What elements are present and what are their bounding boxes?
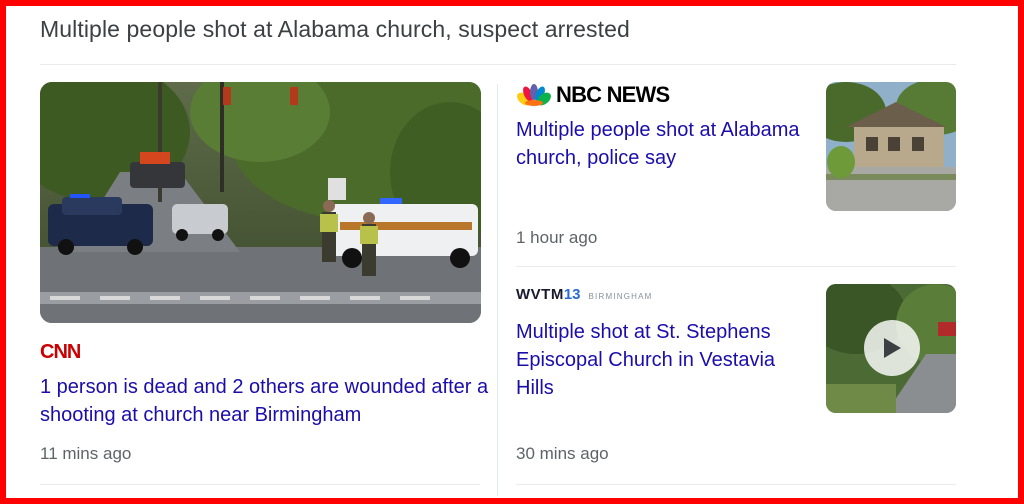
article-time: 30 mins ago [516, 444, 609, 463]
wvtm-logo[interactable]: WVTM 13 BIRMINGHAM [516, 286, 653, 303]
wvtm-wordmark: WVTM [516, 286, 564, 303]
church-thumbnail-image [826, 82, 956, 211]
story-headline[interactable]: Multiple people shot at Alabama church, … [40, 16, 630, 43]
article-link[interactable]: Multiple shot at St. Stephens Episcopal … [516, 321, 775, 399]
divider [516, 266, 956, 267]
article-title-nbc[interactable]: Multiple people shot at Alabama church, … [516, 116, 816, 172]
wvtm-city: BIRMINGHAM [588, 292, 653, 301]
nbc-news-wordmark: NBC NEWS [556, 82, 670, 107]
divider [40, 484, 480, 485]
nbc-news-logo[interactable]: NBC NEWS [516, 82, 670, 108]
play-icon [884, 338, 901, 358]
article-time: 1 hour ago [516, 228, 598, 247]
cnn-logo-icon: CNN [40, 341, 82, 363]
article-link[interactable]: Multiple people shot at Alabama church, … [516, 119, 800, 169]
article-title-wvtm[interactable]: Multiple shot at St. Stephens Episcopal … [516, 318, 816, 402]
divider [516, 484, 956, 485]
article-thumbnail-church[interactable] [826, 82, 956, 211]
police-scene-image [40, 82, 481, 323]
peacock-icon [517, 84, 551, 106]
play-button[interactable] [864, 320, 920, 376]
wvtm-channel-number: 13 [563, 286, 581, 303]
svg-text:CNN: CNN [40, 341, 80, 362]
article-image-police-scene[interactable] [40, 82, 481, 323]
article-link[interactable]: 1 person is dead and 2 others are wounde… [40, 376, 488, 426]
article-title-cnn[interactable]: 1 person is dead and 2 others are wounde… [40, 373, 490, 429]
vertical-divider [497, 84, 498, 496]
article-time: 11 mins ago [40, 444, 132, 463]
divider [40, 64, 956, 65]
video-thumbnail[interactable] [826, 284, 956, 413]
cnn-logo[interactable]: CNN [40, 340, 82, 367]
